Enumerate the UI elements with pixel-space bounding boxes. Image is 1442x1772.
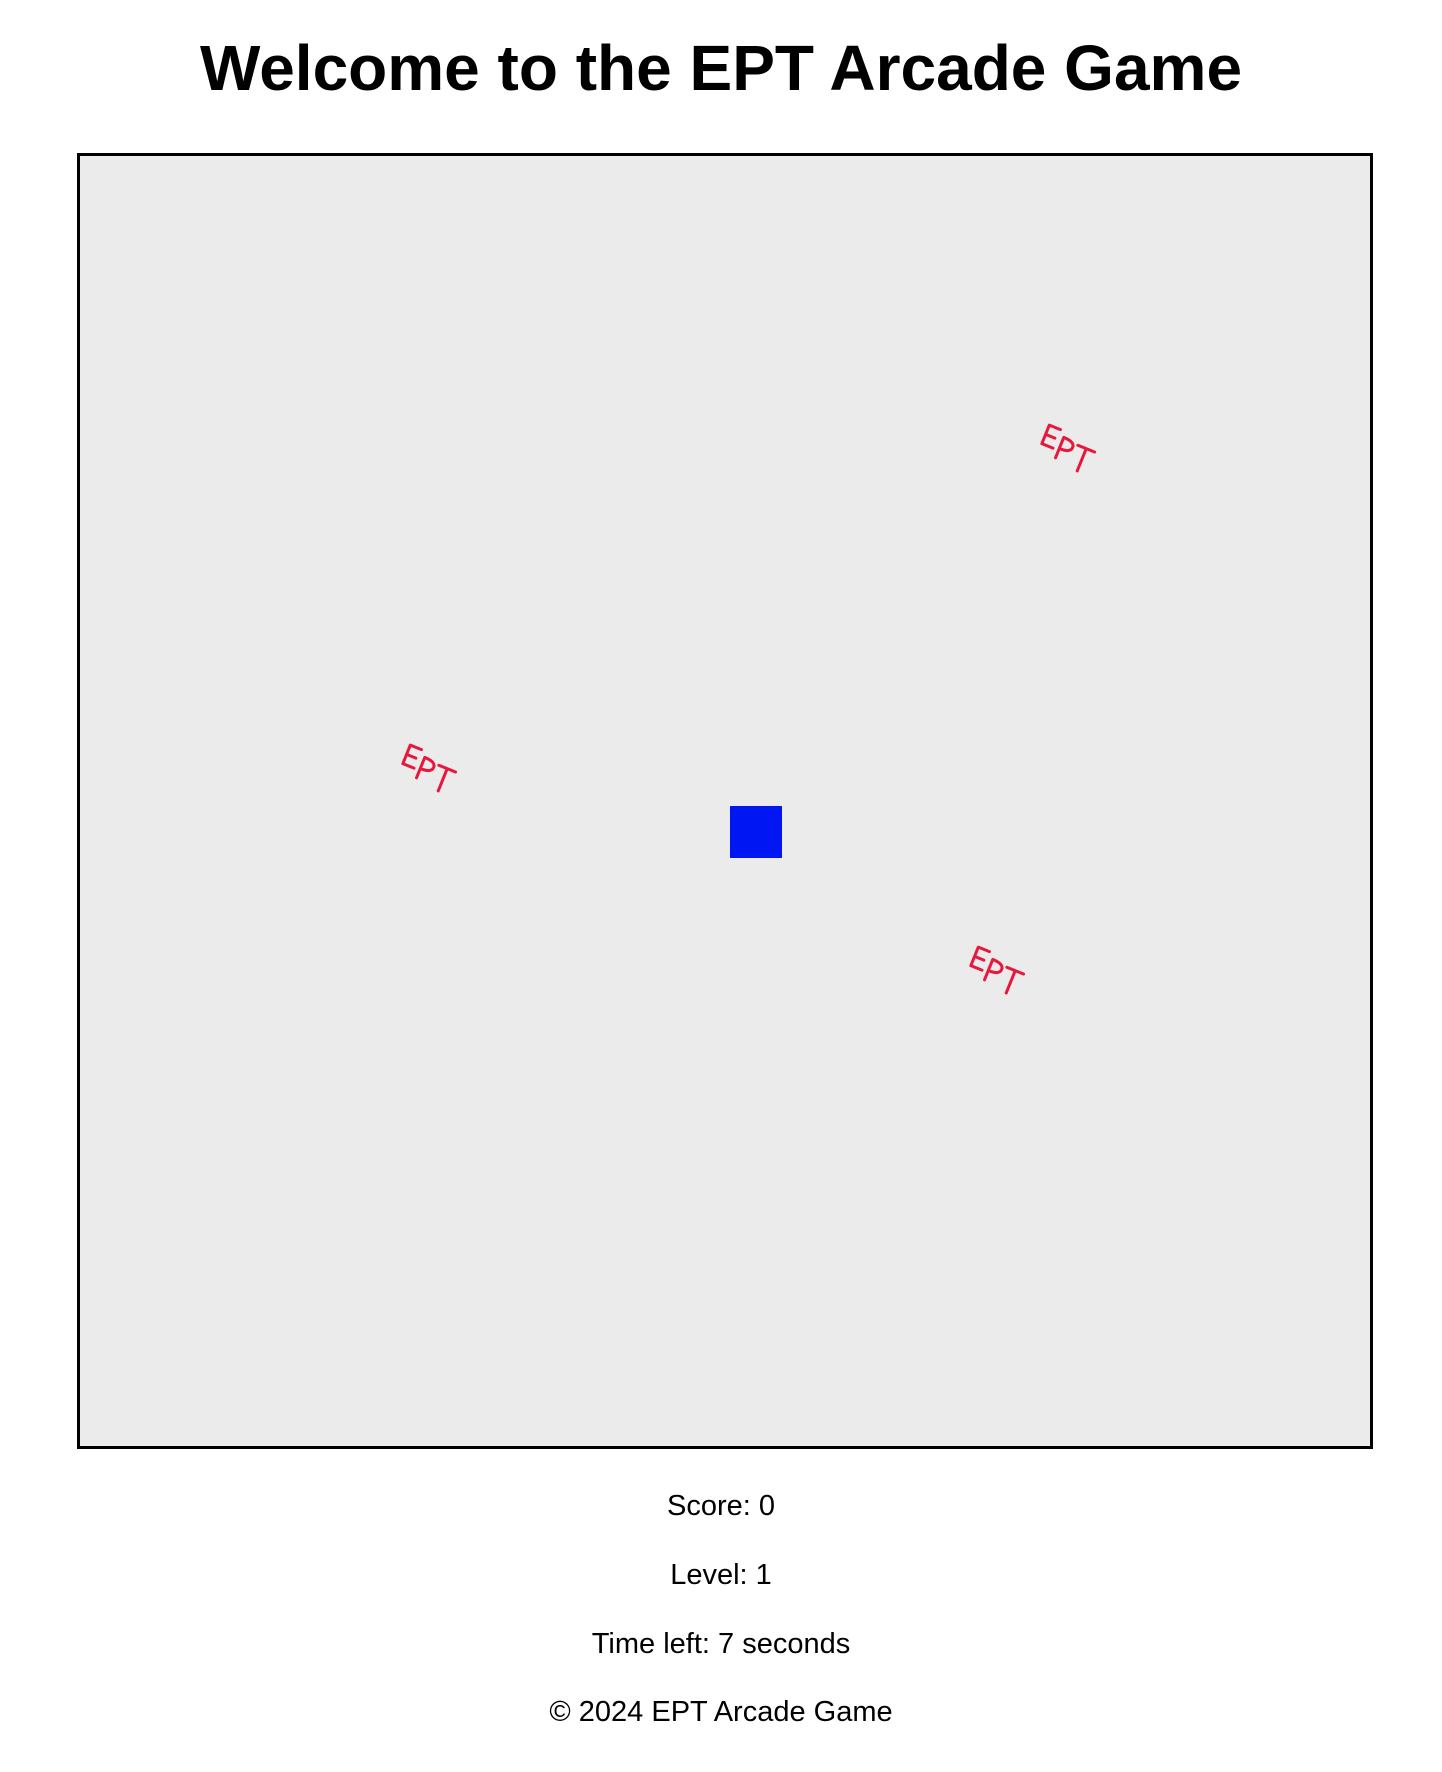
ept-token-graphic	[1040, 423, 1097, 473]
time-left-display: Time left: 7 seconds	[0, 1626, 1442, 1662]
footer-copyright: © 2024 EPT Arcade Game	[549, 1696, 893, 1728]
level-display: Level: 1	[0, 1557, 1442, 1593]
game-board[interactable]	[77, 153, 1373, 1449]
ept-token	[394, 736, 464, 806]
ept-token-graphic	[969, 945, 1026, 995]
score-label: Score:	[666, 1490, 751, 1522]
page-title: Welcome to the EPT Arcade Game	[199, 32, 1243, 104]
ept-token-graphic	[401, 743, 458, 793]
ept-token	[1033, 416, 1103, 486]
ept-token	[962, 938, 1032, 1008]
level-value: 1	[755, 1559, 772, 1591]
level-label: Level:	[670, 1559, 748, 1591]
time-label: Time left:	[591, 1628, 710, 1660]
time-value: 7	[718, 1628, 735, 1660]
time-unit: seconds	[742, 1628, 851, 1660]
score-display: Score: 0	[0, 1488, 1442, 1524]
player-square[interactable]	[730, 806, 782, 858]
score-value: 0	[758, 1490, 776, 1522]
